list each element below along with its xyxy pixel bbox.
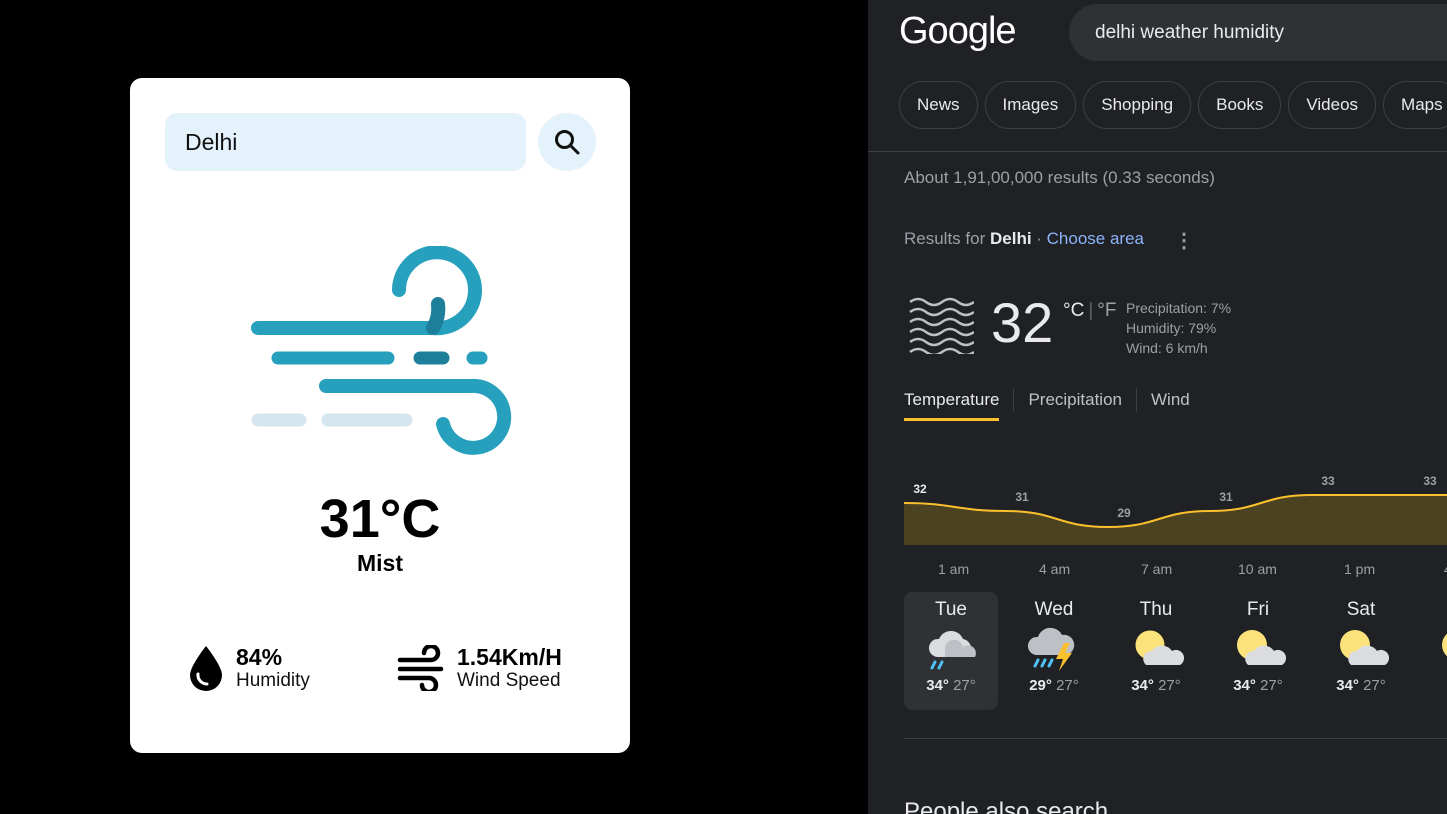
hour-label: 1 pm — [1344, 561, 1376, 577]
water-drop-icon — [190, 646, 222, 691]
day-name: Tue — [934, 599, 968, 620]
weather-card: Delhi 31°C Mist 84% Humidity 1.54Km/H Wi… — [130, 78, 630, 753]
precipitation-detail: Precipitation: 7% — [1126, 300, 1232, 316]
day-high: 34° — [1336, 677, 1359, 694]
day-forecast-fri[interactable]: Fri 34° 27° — [1211, 592, 1305, 710]
rain-cloud-icon — [928, 631, 976, 670]
results-for-place: Delhi — [989, 229, 1032, 248]
search-filter-chips: News Images Shopping Books Videos Maps — [899, 81, 1447, 129]
humidity-value: 84% — [236, 644, 283, 670]
chip-images[interactable]: Images — [984, 81, 1077, 129]
results-for: Results for Delhi · Choose area — [904, 229, 1144, 248]
weather-details: Precipitation: 7% Humidity: 79% Wind: 6 … — [1126, 298, 1231, 358]
wind-value: 1.54Km/H — [457, 644, 562, 670]
search-icon — [555, 130, 580, 155]
day-low: 27° — [1056, 677, 1079, 694]
google-search-input[interactable]: delhi weather humidity — [1069, 4, 1447, 61]
day-temps: 34° 27° — [1109, 677, 1203, 694]
day-forecast-thu[interactable]: Thu 34° 27° — [1109, 592, 1203, 710]
wind-detail: Wind: 6 km/h — [1126, 340, 1208, 356]
hour-label: 4 am — [1039, 561, 1071, 577]
tab-separator — [1136, 388, 1137, 412]
day-high: 34° — [1131, 677, 1154, 694]
day-name: Wed — [1034, 599, 1074, 620]
day-temps: 34° 27° — [1211, 677, 1305, 694]
day-forecast-tue[interactable]: Tue 34° 27° — [904, 592, 998, 710]
day-name: S — [1416, 599, 1447, 621]
humidity-detail: Humidity: 79% — [1126, 320, 1217, 336]
more-options-icon[interactable]: ⋮ — [1174, 228, 1194, 253]
weather-condition: Mist — [357, 550, 403, 576]
google-logo[interactable]: Google — [899, 10, 1017, 53]
day-low: 27° — [1158, 677, 1181, 694]
hour-label: 7 am — [1141, 561, 1173, 577]
wind-stat: 1.54Km/H Wind Speed — [397, 644, 562, 692]
day-high: 34° — [1233, 677, 1256, 694]
temperature-chart: 32 31 29 31 33 33 — [904, 474, 1447, 545]
day-forecast-wed[interactable]: Wed 29° 27° — [1007, 592, 1101, 710]
unit-celsius[interactable]: °C — [1063, 300, 1084, 322]
chart-area — [904, 495, 1447, 545]
current-temperature: 32 — [991, 291, 1054, 354]
wind-icon — [251, 246, 512, 455]
result-stats: About 1,91,00,000 results (0.33 seconds) — [904, 168, 1215, 187]
weather-tabs: Temperature Precipitation Wind — [904, 386, 1190, 421]
chip-shopping[interactable]: Shopping — [1083, 81, 1192, 129]
google-results-panel: Google delhi weather humidity News Image… — [868, 0, 1447, 814]
hour-label: 1 am — [938, 561, 970, 577]
day-name: Sat — [1346, 599, 1376, 620]
day-temps: 29° 27° — [1007, 677, 1101, 694]
tab-precipitation[interactable]: Precipitation — [1028, 386, 1122, 421]
city-search-input[interactable]: Delhi — [165, 113, 526, 171]
tab-wind[interactable]: Wind — [1151, 386, 1190, 421]
results-for-prefix: Results for — [904, 229, 986, 248]
humidity-label: Humidity — [236, 670, 310, 691]
day-forecast-sat[interactable]: Sat 34° 27° — [1314, 592, 1408, 710]
choose-area-link[interactable]: Choose area — [1047, 229, 1144, 248]
chart-value-label: 32 — [913, 482, 927, 496]
day-low: 27° — [953, 677, 976, 694]
day-high: 34° — [926, 677, 949, 694]
humidity-stat: 84% Humidity — [188, 644, 310, 692]
chart-value-label: 31 — [1015, 490, 1029, 504]
tab-separator — [1013, 388, 1015, 412]
tab-temperature[interactable]: Temperature — [904, 386, 1000, 421]
unit-separator: | — [1088, 300, 1094, 321]
day-low: 27° — [1260, 677, 1283, 694]
wind-label: Wind Speed — [457, 670, 561, 691]
chart-value-label: 29 — [1117, 506, 1131, 520]
header-divider — [868, 151, 1447, 152]
partly-cloudy-icon — [1442, 633, 1447, 657]
chart-value-label: 33 — [1321, 474, 1335, 488]
day-temps: 3 — [1416, 677, 1447, 694]
day-forecast-sun[interactable]: S 3 — [1416, 592, 1447, 710]
chip-books[interactable]: Books — [1198, 81, 1282, 129]
chart-value-label: 31 — [1219, 490, 1233, 504]
day-name: Fri — [1246, 599, 1270, 620]
hour-label: 10 am — [1238, 561, 1277, 577]
partly-cloudy-icon — [1134, 629, 1185, 665]
partly-cloudy-icon — [1340, 630, 1390, 665]
section-divider — [904, 738, 1447, 739]
day-temps: 34° 27° — [1314, 677, 1408, 694]
day-low: 27° — [1363, 677, 1386, 694]
people-also-search-heading: People also search — [904, 798, 1109, 814]
unit-fahrenheit[interactable]: °F — [1097, 300, 1116, 322]
chip-news[interactable]: News — [899, 81, 978, 129]
chart-value-label: 33 — [1423, 474, 1437, 488]
wind-icon — [397, 645, 444, 691]
mist-icon — [909, 297, 974, 354]
day-high: 29° — [1029, 677, 1052, 694]
chip-maps[interactable]: Maps — [1383, 81, 1447, 129]
day-temps: 34° 27° — [904, 677, 998, 694]
unit-toggle: °C | °F — [1063, 300, 1116, 322]
temperature: 31°C — [319, 489, 441, 549]
thunderstorm-icon — [1027, 627, 1075, 671]
partly-cloudy-icon — [1237, 630, 1287, 665]
chip-videos[interactable]: Videos — [1288, 81, 1377, 129]
day-name: Thu — [1139, 599, 1173, 620]
search-button[interactable] — [538, 113, 596, 171]
